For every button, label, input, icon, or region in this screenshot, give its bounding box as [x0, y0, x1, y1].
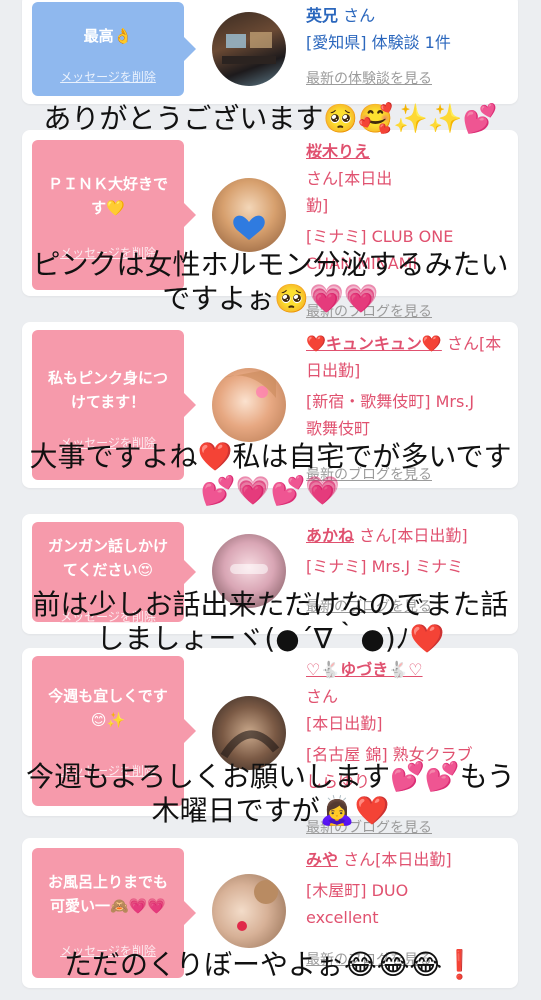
user-meta: [新宿・歌舞伎町] Mrs.J 歌舞伎町: [306, 392, 475, 438]
message-text: 最高👌: [83, 27, 133, 45]
honorific: さん: [343, 6, 376, 25]
portrait-photo: [237, 880, 278, 931]
message-card: 最高👌 メッセージを削除 英兄 さん [愛知県] 体験談 1件 最新の体験談を見…: [22, 0, 518, 104]
overlay-comment: 前は少しお話出来ただけなのでまた話 しましょーヾ(●´∇｀●)ﾉ❤️: [32, 588, 509, 655]
user-meta: [木屋町] DUO excellent: [306, 881, 409, 927]
user-meta: [ミナミ] Mrs.J ミナミ: [306, 557, 464, 576]
overlay-comment: ありがとうございます🥺🥰✨✨💕: [43, 102, 498, 135]
message-text: ガンガン話しかけ てください😍: [47, 537, 168, 579]
user-name[interactable]: ❤️キュンキュン❤️: [306, 334, 442, 353]
portrait-photo: [222, 368, 276, 398]
user-name[interactable]: あかね: [306, 526, 354, 545]
user-name[interactable]: みや: [306, 850, 338, 869]
message-text: 今週も宜しくです 😊✨: [48, 687, 168, 729]
room-photo: [222, 32, 276, 64]
honorific: さん [本日出勤]: [306, 687, 383, 733]
avatar[interactable]: [212, 12, 286, 86]
latest-link[interactable]: 最新の体験談を見る: [306, 66, 512, 93]
overlay-comment: 今週もよろしくお願いします💕💕もう 木曜日ですが🙇‍♀️❤️: [26, 760, 515, 827]
honorific: さん[本日出勤]: [343, 850, 452, 869]
avatar[interactable]: [212, 178, 286, 252]
overlay-comment: ただのくりぼーやよぉ😂😂😂❗️: [63, 948, 477, 981]
user-name[interactable]: ♡🐇ゆづき🐇♡: [306, 660, 423, 679]
message-text: 私もピンク身につ けてます！: [47, 369, 168, 411]
message-bubble: 最高👌 メッセージを削除: [32, 2, 196, 96]
delete-message-link[interactable]: メッセージを削除: [32, 68, 184, 85]
message-text: お風呂上りまでも 可愛い一🙈💗💗: [47, 873, 168, 915]
overlay-comment: 大事ですよね❤️私は自宅でが多いです 💕💗💕💗: [29, 440, 512, 507]
portrait-photo: [220, 730, 280, 759]
portrait-photo: [233, 215, 265, 240]
user-name[interactable]: 桜木りえ: [306, 142, 370, 161]
avatar[interactable]: [212, 368, 286, 442]
user-meta: [愛知県] 体験談 1件: [306, 33, 451, 52]
avatar[interactable]: [212, 696, 286, 770]
honorific: さん[本日出 勤]: [306, 169, 393, 215]
user-name[interactable]: 英兄: [306, 6, 338, 25]
honorific: さん[本日出勤]: [359, 526, 468, 545]
avatar[interactable]: [212, 874, 286, 948]
message-text: ＰＩＮＫ大好きで す💛: [47, 175, 168, 217]
overlay-comment: ピンクは女性ホルモン分泌するみたい ですよぉ🥺💗💗: [32, 248, 509, 315]
user-info: 英兄 さん [愛知県] 体験談 1件 最新の体験談を見る: [306, 2, 512, 93]
